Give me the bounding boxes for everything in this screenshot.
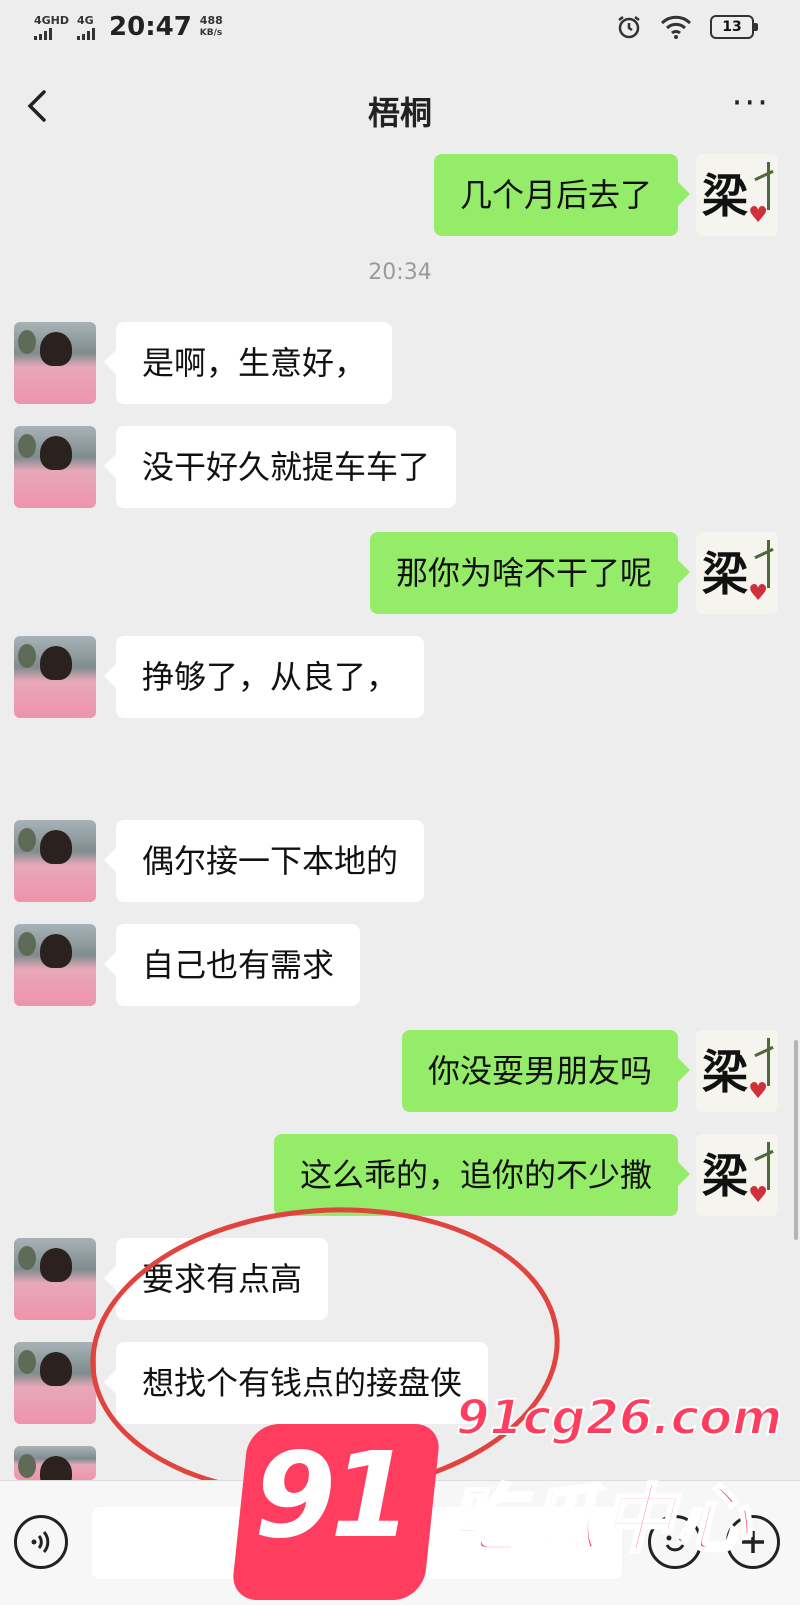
chat-header: 梧桐 ···	[0, 62, 800, 154]
status-bar: 4GHD 4G 20:47 488 KB/s 13	[0, 0, 800, 58]
net-speed: 488 KB/s	[199, 14, 223, 39]
network-label-1: 4GHD	[34, 13, 70, 27]
battery-icon: 13	[710, 15, 758, 39]
watermark-url: 91cg26.com	[455, 1389, 783, 1447]
alarm-icon	[618, 16, 640, 39]
timestamp: 20:34	[368, 260, 432, 285]
avatar-other[interactable]	[14, 1238, 96, 1320]
avatar-other[interactable]	[14, 820, 96, 902]
scrollbar[interactable]	[794, 1040, 798, 1240]
signal-bars-icon	[34, 27, 69, 40]
more-dots-icon[interactable]: ···	[732, 86, 770, 120]
message-bubble-received[interactable]: 挣够了，从良了，	[103, 636, 425, 718]
signal-2: 4G	[77, 13, 96, 40]
wifi-icon	[660, 15, 692, 39]
avatar-other[interactable]	[14, 636, 96, 718]
avatar-other[interactable]	[14, 1342, 96, 1424]
message-bubble-received[interactable]: 是啊，生意好，	[103, 322, 393, 404]
contact-avatar-self[interactable]: 梁 ♥	[696, 1030, 778, 1112]
message-bubble-sent[interactable]: 这么乖的，追你的不少撒	[273, 1134, 691, 1216]
contact-avatar-self[interactable]: 梁 ♥	[696, 154, 778, 236]
watermark-number: 91	[254, 1426, 412, 1564]
avatar-other[interactable]	[14, 1446, 96, 1480]
heart-icon: ♥	[748, 1183, 768, 1208]
avatar-other[interactable]	[14, 426, 96, 508]
message-bubble-received[interactable]: 没干好久就提车车了	[103, 426, 457, 508]
message-bubble-received[interactable]: 偶尔接一下本地的	[103, 820, 425, 902]
watermark-logo: 91 91cg26.com 吃瓜中心	[230, 1389, 783, 1605]
contact-avatar-self[interactable]: 梁 ♥	[696, 532, 778, 614]
heart-icon: ♥	[748, 203, 768, 228]
avatar-other[interactable]	[14, 322, 96, 404]
watermark-name: 吃瓜中心	[447, 1476, 752, 1565]
message-bubble-sent[interactable]: 几个月后去了	[433, 154, 691, 236]
signal-1: 4GHD	[34, 15, 69, 40]
clock: 20:47	[109, 12, 192, 42]
message-bubble-sent[interactable]: 你没耍男朋友吗	[401, 1030, 691, 1112]
heart-icon: ♥	[748, 581, 768, 606]
message-bubble-sent[interactable]: 那你为啥不干了呢	[369, 532, 691, 614]
signal-bars-icon	[77, 27, 96, 40]
avatar-other[interactable]	[14, 924, 96, 1006]
heart-icon: ♥	[748, 1079, 768, 1104]
contact-avatar-self[interactable]: 梁 ♥	[696, 1134, 778, 1216]
network-label-2: 4G	[77, 13, 94, 27]
voice-icon[interactable]	[14, 1515, 68, 1569]
chat-title: 梧桐	[367, 94, 432, 132]
message-bubble-received[interactable]: 自己也有需求	[103, 924, 361, 1006]
